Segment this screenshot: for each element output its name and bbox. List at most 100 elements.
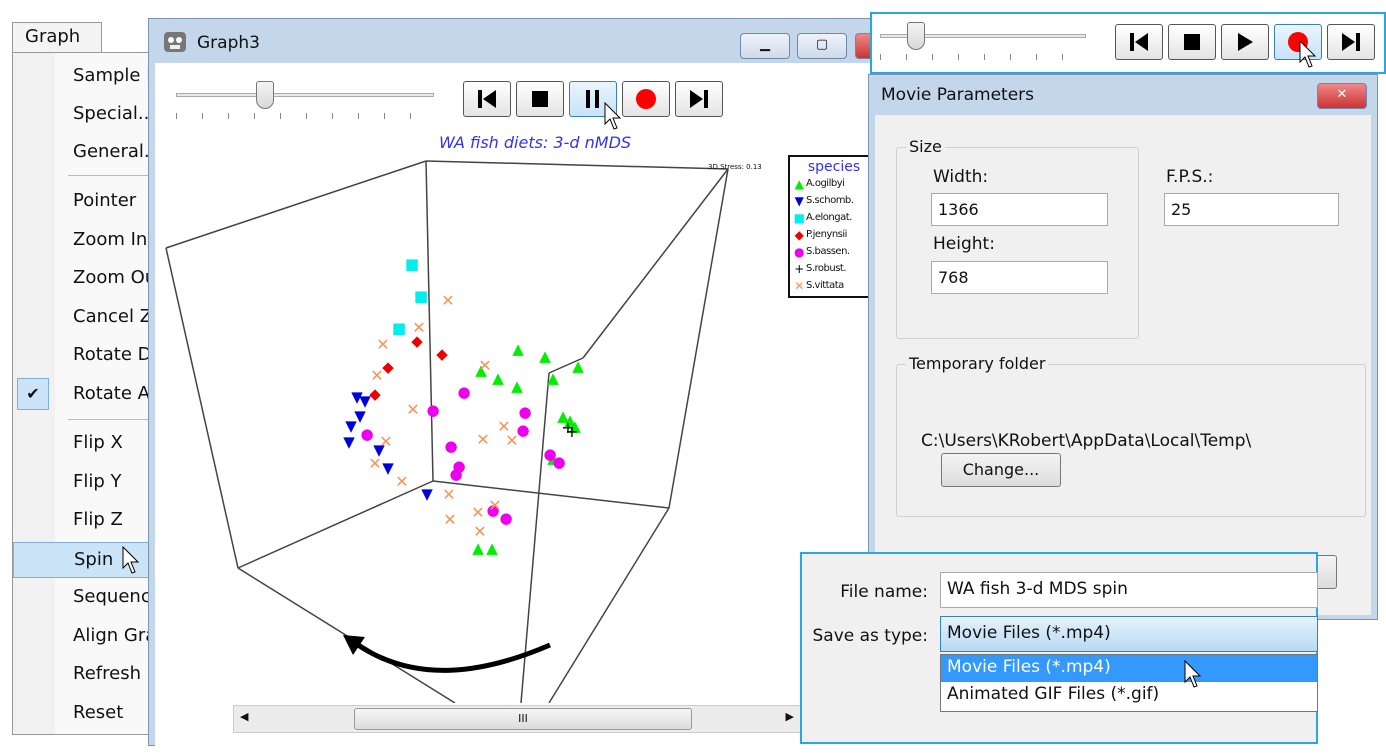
- data-point-cross: ✕: [505, 431, 518, 450]
- minimize-button[interactable]: ▁: [740, 33, 790, 59]
- menu-item[interactable]: Flip Z: [13, 503, 156, 539]
- menu-item[interactable]: Zoom Out: [13, 261, 156, 297]
- option-gif[interactable]: Animated GIF Files (*.gif): [941, 682, 1317, 709]
- frame-slider[interactable]: [880, 22, 1086, 60]
- data-point-cross: ✕: [379, 432, 392, 451]
- legend-entry: ■ A.elongat.: [792, 209, 876, 226]
- cube-edge: [425, 160, 729, 170]
- data-point-circle: ●: [518, 403, 531, 421]
- data-point-cross: ✕: [488, 496, 501, 515]
- fps-label: F.P.S.:: [1166, 167, 1214, 187]
- legend-entry: + S.robust.: [792, 260, 876, 277]
- data-point-triangle-up: ▲: [511, 377, 523, 395]
- save-type-select[interactable]: Movie Files (*.mp4): [940, 616, 1318, 652]
- menu-item[interactable]: Reset: [13, 696, 156, 732]
- stop-icon: [1184, 34, 1200, 50]
- menu-item[interactable]: General...: [13, 135, 156, 171]
- height-input[interactable]: 768: [931, 261, 1108, 294]
- cross-marker-icon: ✕: [794, 278, 804, 293]
- plus-marker-icon: +: [794, 261, 804, 276]
- plot-area: ▲ ▲ ▲ ▲ ▲ ▲ ▲ ▲ ▲ ▲ ▲ ▲ ▲ ▼ ▼ ▼ ▼ ▼ ▼ ▼ ▼ ■ ■ ■ ◆ ◆ ◆ ◆ ● ● ● ● ● ● ● ● ● ● ● ●…: [155, 63, 878, 746]
- cube-edge: [165, 160, 427, 249]
- data-point-triangle-up: ▲: [572, 357, 584, 375]
- data-point-cross: ✕: [478, 356, 491, 375]
- mds-3d-plot[interactable]: ▲ ▲▲▲ ▲ ▲ ▲▲▲▲▲▲ ▲▼▼▼▼▼ ▼▼▼■■■◆◆◆◆ ●● ●●●● ●● ●●● ●…: [155, 63, 873, 703]
- data-point-cross: ✕: [442, 485, 455, 504]
- data-point-cross: ✕: [368, 454, 381, 473]
- stop-button[interactable]: [1168, 24, 1216, 60]
- menu-item[interactable]: Sequence: [13, 580, 156, 616]
- change-folder-button[interactable]: Change...: [941, 453, 1061, 487]
- horizontal-scrollbar[interactable]: ◀ III ▶: [233, 705, 801, 733]
- scrollbar-thumb[interactable]: III: [354, 708, 692, 730]
- legend-label: A.elongat.: [806, 212, 852, 223]
- legend-label: A.ogilbyi: [806, 178, 845, 189]
- skip-to-start-button[interactable]: [1115, 24, 1163, 60]
- scroll-right-icon[interactable]: ▶: [786, 710, 794, 723]
- data-point-cross: ✕: [412, 318, 425, 337]
- slider-thumb[interactable]: [907, 22, 925, 50]
- legend-entry: ◆ P.jenynsii: [792, 226, 876, 243]
- data-point-cross: ✕: [370, 366, 383, 385]
- width-input[interactable]: 1366: [931, 193, 1108, 226]
- menu-item[interactable]: Zoom In: [13, 223, 156, 259]
- scroll-left-icon[interactable]: ◀: [240, 710, 248, 723]
- size-group-label: Size: [906, 137, 945, 156]
- maximize-button[interactable]: ▢: [797, 33, 847, 59]
- menu-item[interactable]: Special...: [13, 97, 156, 133]
- data-point-cross: ✕: [473, 522, 486, 541]
- menu-item[interactable]: Cancel Zoom: [13, 300, 156, 336]
- data-point-triangle-down: ▼: [421, 485, 433, 503]
- menu-item[interactable]: Flip Y: [13, 465, 156, 501]
- menu-item[interactable]: Refresh: [13, 657, 156, 693]
- menu-item[interactable]: Pointer: [13, 184, 156, 220]
- skip-to-end-button[interactable]: [1327, 24, 1375, 60]
- menu-tab-graph[interactable]: Graph: [12, 22, 102, 53]
- data-point-triangle-down: ▼: [343, 433, 355, 451]
- data-point-circle: ●: [444, 437, 457, 455]
- file-name-input[interactable]: WA fish 3-d MDS spin: [940, 572, 1318, 608]
- legend: species ▲ A.ogilbyi ▼ S.schomb. ■ A.elongat. ◆ P…: [788, 155, 878, 298]
- data-point-cross: ✕: [395, 472, 408, 491]
- legend-entry: ✕ S.vittata: [792, 277, 876, 294]
- menu-item[interactable]: Flip X: [13, 426, 156, 462]
- cube-edge: [237, 480, 434, 569]
- legend-label: S.vittata: [806, 280, 844, 291]
- data-point-triangle-up: ▲: [492, 369, 504, 387]
- data-point-square: ■: [414, 287, 428, 305]
- data-point-triangle-down: ▼: [382, 459, 394, 477]
- cube-edge: [432, 480, 670, 509]
- temp-folder-label: Temporary folder: [906, 354, 1049, 373]
- diamond-marker-icon: ◆: [794, 227, 804, 242]
- data-point-circle: ●: [457, 383, 470, 401]
- menu-item[interactable]: Rotate Discrete: [13, 338, 156, 374]
- save-type-options: Movie Files (*.mp4) Animated GIF Files (…: [940, 654, 1318, 712]
- data-point-circle: ●: [360, 425, 373, 443]
- data-point-square: ■: [405, 255, 419, 273]
- menu-item[interactable]: Align Graph: [13, 619, 156, 655]
- menu-item[interactable]: Sample labels & symbols: [13, 59, 156, 95]
- movie-parameters-dialog: Movie Parameters ✕ Size Width: 1366 Heig…: [868, 74, 1378, 620]
- data-point-diamond: ◆: [382, 358, 394, 376]
- data-point-triangle-up: ▲: [512, 340, 524, 358]
- file-name-label: File name:: [840, 582, 928, 602]
- legend-entry: ● S.bassen.: [792, 243, 876, 260]
- legend-title: species: [807, 159, 861, 175]
- fps-input[interactable]: 25: [1164, 193, 1339, 226]
- triangle-down-marker-icon: ▼: [794, 193, 804, 208]
- cube-edge: [548, 507, 670, 703]
- square-marker-icon: ■: [793, 210, 805, 225]
- cursor-arrow-icon: [122, 546, 140, 574]
- data-point-triangle-up: ▲: [547, 369, 559, 387]
- triangle-up-marker-icon: ▲: [794, 176, 804, 191]
- graph3-window: Graph3 ▁ ▢ ▲ ▲ ▲ ▲ ▲ ▲ ▲ ▲ ▲ ▲ ▲ ▲ ▲ ▼ ▼ ▼ ▼ ▼ ▼ ▼ ▼ ■ ■ ■ ◆ ◆ ◆ ◆ ●…: [148, 18, 905, 746]
- dialog-close-button[interactable]: ✕: [1317, 83, 1367, 109]
- option-mp4[interactable]: Movie Files (*.mp4): [941, 655, 1317, 682]
- cube-edge: [582, 168, 729, 359]
- data-point-cross: ✕: [476, 430, 489, 449]
- data-point-triangle-up: ▲: [472, 539, 484, 557]
- play-button[interactable]: [1221, 24, 1269, 60]
- data-point-cross: ✕: [441, 291, 454, 310]
- data-point-square: ■: [392, 319, 406, 337]
- data-point-cross: ✕: [376, 335, 389, 354]
